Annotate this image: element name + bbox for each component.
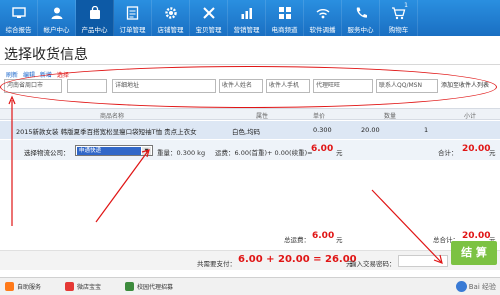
- wechat-shop-item[interactable]: 微店宝宝: [65, 282, 101, 291]
- baidu-watermark: Bai 经验: [455, 281, 496, 292]
- arrow-checkout: [371, 189, 442, 263]
- shop-icon: [65, 282, 74, 291]
- campus-icon: [125, 282, 134, 291]
- paw-icon: [455, 281, 467, 292]
- campus-agent-item[interactable]: 校园代理招募: [125, 282, 173, 291]
- service-icon: [5, 282, 14, 291]
- annotation-arrows: [8, 95, 443, 264]
- page-root: { "nav": { "items": [ {"icon": "monitor-…: [0, 0, 500, 295]
- self-service-item[interactable]: 自助服务: [5, 282, 41, 291]
- bottom-bar: 自助服务 微店宝宝 校园代理招募 Bai 经验: [0, 277, 500, 295]
- arrow-logistics: [95, 150, 149, 223]
